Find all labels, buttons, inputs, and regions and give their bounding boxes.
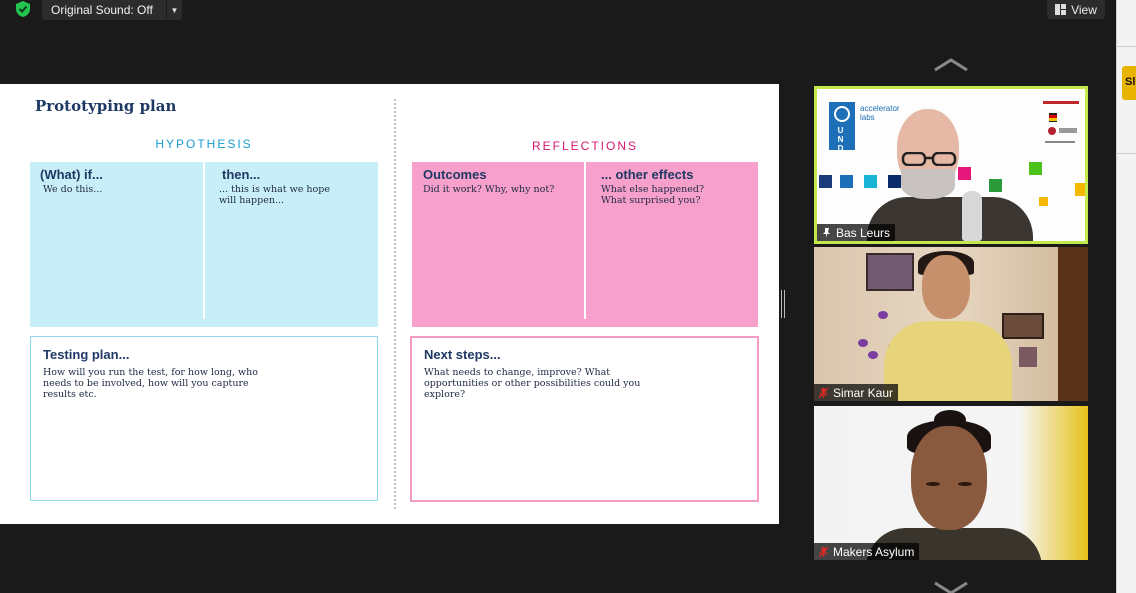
participant-name-tag: Bas Leurs — [817, 224, 896, 241]
video-tile-makers-asylum[interactable]: Makers Asylum — [814, 406, 1088, 560]
next-steps-box: Next steps... What needs to change, impr… — [410, 336, 759, 502]
security-shield-icon[interactable] — [12, 0, 34, 18]
chevron-up-icon[interactable] — [933, 58, 969, 72]
view-button[interactable]: View — [1047, 0, 1105, 19]
grid-view-icon — [1055, 4, 1067, 15]
what-if-text: We do this... — [43, 184, 103, 195]
split-resize-handle[interactable] — [781, 290, 785, 318]
then-text-1: ... this is what we hope — [219, 184, 330, 195]
slide-divider — [394, 99, 396, 509]
participant-name: Simar Kaur — [833, 385, 894, 400]
video-tile-simar-kaur[interactable]: Simar Kaur — [814, 247, 1088, 401]
original-sound-toggle[interactable]: Original Sound: Off ▼ — [42, 0, 182, 20]
participant-name: Bas Leurs — [836, 225, 891, 240]
hypothesis-box: (What) if... We do this... then... ... t… — [30, 162, 378, 327]
next-steps-text-3: explore? — [424, 389, 466, 400]
testing-plan-text-2: needs to be involved, how will you captu… — [43, 378, 249, 389]
next-steps-text-2: opportunities or other possibilities cou… — [424, 378, 641, 389]
participant-name: Makers Asylum — [833, 544, 915, 559]
hypothesis-heading: HYPOTHESIS — [155, 137, 253, 151]
original-sound-label[interactable]: Original Sound: Off — [42, 3, 166, 17]
testing-plan-box: Testing plan... How will you run the tes… — [30, 336, 378, 501]
next-steps-heading: Next steps... — [424, 347, 501, 362]
adjacent-window-chip[interactable]: Sl — [1122, 66, 1136, 100]
participant-name-tag: Makers Asylum — [814, 543, 920, 560]
view-button-label: View — [1071, 2, 1097, 17]
chevron-down-icon[interactable]: ▼ — [166, 0, 182, 20]
what-if-heading: (What) if... — [40, 167, 103, 182]
shared-screen-slide: Prototyping plan HYPOTHESIS REFLECTIONS … — [0, 84, 779, 524]
testing-plan-text-3: results etc. — [43, 389, 97, 400]
muted-microphone-icon — [818, 387, 829, 398]
testing-plan-text-1: How will you run the test, for how long,… — [43, 367, 258, 378]
participant-name-tag: Simar Kaur — [814, 384, 899, 401]
outcomes-heading: Outcomes — [423, 167, 487, 182]
reflections-heading: REFLECTIONS — [531, 139, 638, 153]
slide-title: Prototyping plan — [35, 97, 177, 115]
testing-plan-heading: Testing plan... — [43, 347, 130, 362]
outcomes-text: Did it work? Why, why not? — [423, 184, 555, 195]
undp-logo: U N D P — [829, 102, 855, 162]
adjacent-window-edge: Sl — [1116, 0, 1136, 593]
other-effects-text-2: What surprised you? — [601, 195, 701, 206]
video-tile-bas-leurs[interactable]: U N D P accelerator labs Bas Leurs — [814, 86, 1088, 244]
then-text-2: will happen... — [219, 195, 285, 206]
other-effects-text-1: What else happened? — [601, 184, 705, 195]
chevron-down-icon[interactable] — [933, 581, 969, 593]
next-steps-text-1: What needs to change, improve? What — [424, 367, 611, 378]
then-heading: then... — [222, 167, 261, 182]
other-effects-heading: ... other effects — [601, 167, 694, 182]
accelerator-labs-logo-text: accelerator labs — [860, 104, 900, 122]
pin-icon — [823, 227, 830, 238]
muted-microphone-icon — [818, 546, 829, 557]
reflections-box: Outcomes Did it work? Why, why not? ... … — [412, 162, 758, 327]
